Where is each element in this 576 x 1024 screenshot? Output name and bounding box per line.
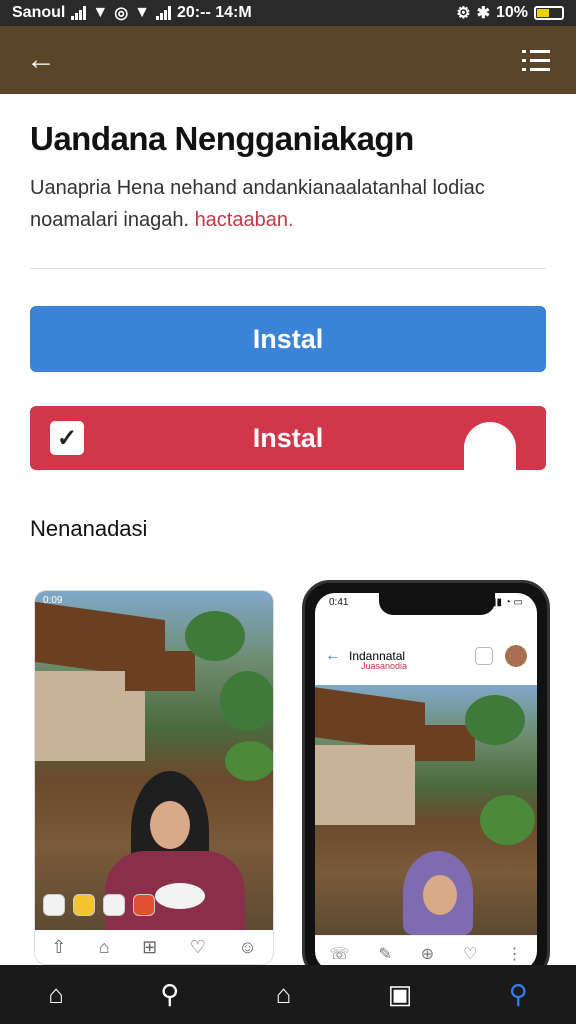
- gallery-icon: [103, 894, 125, 916]
- page-title: Uandana Nengganiakagn: [30, 120, 414, 157]
- preview-screenshot-left[interactable]: 0:09 ⇧ ⌂ ⊞ ♡ ☺: [34, 590, 274, 965]
- phone-header: ← Indannatal: [315, 633, 537, 679]
- phone-call-icon: ☏: [329, 945, 350, 963]
- preview-left-floating-icons: [43, 894, 155, 916]
- arrow-left-icon[interactable]: ←: [26, 45, 56, 75]
- preview-left-time: 0:09: [43, 595, 63, 606]
- phone-avatar: [505, 645, 527, 667]
- alarm-icon: ⚙: [456, 5, 471, 22]
- signal-icon: [71, 6, 87, 20]
- status-left: Sanoul ▼ ◎ ▼ 20:-- 14:M: [12, 3, 252, 23]
- clock-label: 20:-- 14:M: [177, 4, 252, 21]
- preview-left-nav: ⇧ ⌂ ⊞ ♡ ☺: [35, 930, 273, 964]
- status-right: ⚙ ✱ 10%: [456, 3, 564, 23]
- heart-icon: ♡: [189, 936, 206, 957]
- record-icon: [133, 894, 155, 916]
- install-button-secondary[interactable]: ✓ Instal: [30, 406, 546, 470]
- phone-signal-icon: ▮▮ ◔ ▭: [490, 597, 523, 608]
- sync-icon: ◎: [114, 5, 129, 22]
- preview-image-left: [35, 591, 273, 941]
- checkbox-icon[interactable]: ✓: [50, 421, 84, 455]
- description-accent[interactable]: hactaaban.: [195, 209, 294, 231]
- battery-icon: [534, 6, 564, 20]
- section-title: Nenanadasi: [30, 516, 148, 541]
- install-button-primary[interactable]: Instal: [30, 306, 546, 372]
- status-bar: Sanoul ▼ ◎ ▼ 20:-- 14:M ⚙ ✱ 10%: [0, 0, 576, 26]
- phone-screen: 0:41 ▮▮ ◔ ▭ ← Indannatal Juasanodia ☏ ✎ …: [315, 593, 537, 971]
- phone-status-bar: 0:41 ▮▮ ◔ ▭: [315, 597, 537, 608]
- list-menu-icon[interactable]: [522, 49, 550, 71]
- app-bar: ←: [0, 26, 576, 94]
- app-icon: [43, 894, 65, 916]
- bottom-nav: ⌂ ⚲ ⌂ ▣ ⚲: [0, 965, 576, 1024]
- phone-preview-image: [315, 685, 537, 935]
- install-button-secondary-label: Instal: [252, 422, 324, 453]
- clipboard-icon[interactable]: ▣: [388, 979, 413, 1010]
- phone-time: 0:41: [329, 597, 349, 608]
- share-icon: ⇧: [51, 936, 67, 957]
- home-icon[interactable]: ⌂: [48, 979, 64, 1010]
- search-icon[interactable]: ⚲: [160, 979, 179, 1010]
- preview-left-status: 0:09: [35, 591, 273, 611]
- phone-add-icon: ⊕: [420, 945, 435, 963]
- house-icon[interactable]: ⌂: [276, 979, 292, 1010]
- phone-subtitle: Juasanodia: [361, 661, 408, 671]
- battery-label: 10%: [495, 4, 528, 21]
- wifi-icon: ▼: [92, 4, 109, 21]
- phone-back-icon: ←: [325, 647, 341, 664]
- search-active-icon[interactable]: ⚲: [509, 979, 528, 1010]
- phone-more-icon: ⋮: [506, 945, 523, 963]
- chrome-icon: [73, 894, 95, 916]
- hand-cursor-icon: [464, 422, 516, 470]
- install-button-primary-label: Instal: [252, 323, 324, 354]
- bluetooth-icon: ✱: [476, 5, 490, 22]
- divider: [30, 268, 546, 269]
- profile-icon: ☺: [238, 936, 257, 957]
- add-icon: ⊞: [142, 936, 158, 957]
- carrier-label: Sanoul: [12, 4, 66, 21]
- phone-pen-icon: ✎: [378, 945, 392, 963]
- page-description: Uanapria Hena nehand andankianaalatanhal…: [30, 172, 550, 236]
- shield-icon: ▼: [134, 4, 150, 21]
- preview-phone-right[interactable]: 0:41 ▮▮ ◔ ▭ ← Indannatal Juasanodia ☏ ✎ …: [302, 580, 550, 980]
- signal-icon-2: [156, 6, 171, 20]
- phone-heart-icon: ♡: [463, 945, 478, 963]
- home-icon: ⌂: [98, 936, 110, 957]
- phone-share-icon: [475, 647, 493, 665]
